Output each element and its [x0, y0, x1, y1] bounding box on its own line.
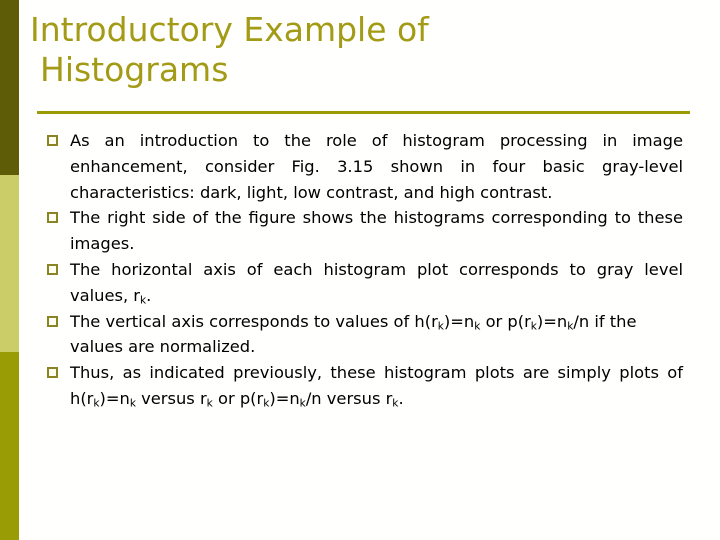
bullet-thus-part-6: /n versus r — [305, 388, 393, 408]
square-bullet-icon — [47, 135, 58, 146]
bullet-horizontal-axis-text: The horizontal axis of each histogram pl… — [70, 257, 683, 309]
bullet-vertical-axis-part-6: values are normalized. — [70, 337, 256, 357]
bullet-vertical-axis-part-2: )=n — [443, 311, 475, 331]
bullet-thus-part-7: . — [398, 388, 404, 408]
bullet-vertical-axis-part-5: /n if the — [573, 311, 637, 331]
slide: Introductory Example of Histograms As an … — [0, 0, 720, 540]
bullet-vertical-axis-text: The vertical axis corresponds to values … — [70, 309, 683, 361]
bullet-thus-text: Thus, as indicated previously, these his… — [70, 360, 683, 412]
page-title: Introductory Example of Histograms — [30, 10, 696, 90]
list-item: The vertical axis corresponds to values … — [38, 309, 683, 361]
bullet-horizontal-axis-prefix: The horizontal axis of each histogram pl… — [70, 259, 683, 305]
list-item: As an introduction to the role of histog… — [38, 128, 683, 205]
square-bullet-icon — [47, 367, 58, 379]
bullet-vertical-axis-part-4: )=n — [536, 311, 568, 331]
bullet-intro-text: As an introduction to the role of histog… — [70, 131, 683, 202]
square-bullet-icon — [47, 212, 58, 224]
bullet-vertical-axis-part-1: The vertical axis corresponds to values … — [70, 311, 438, 331]
bullet-right-side-text: The right side of the figure shows the h… — [70, 208, 683, 254]
accent-bar-segment-bottom — [0, 352, 19, 540]
bullet-vertical-axis-part-3: or p(r — [480, 311, 531, 331]
page-title-line-1: Introductory Example of — [30, 10, 429, 49]
accent-bar-segment-top — [0, 0, 19, 175]
list-item: Thus, as indicated previously, these his… — [38, 360, 683, 412]
bullet-horizontal-axis-suffix: . — [146, 285, 152, 305]
square-bullet-icon — [47, 263, 58, 275]
title-divider — [37, 111, 690, 114]
square-bullet-icon — [47, 315, 58, 327]
bullet-thus-part-2: )=n — [99, 388, 130, 408]
accent-bar-segment-middle — [0, 175, 19, 352]
bullet-thus-part-4: or p(r — [212, 388, 264, 408]
title-block: Introductory Example of Histograms — [30, 10, 696, 90]
page-title-line-2: Histograms — [40, 50, 229, 89]
left-accent-bar — [0, 0, 19, 540]
bullet-thus-part-3: versus r — [135, 388, 207, 408]
bullet-list: As an introduction to the role of histog… — [38, 128, 683, 412]
list-item: The right side of the figure shows the h… — [38, 205, 683, 257]
list-item: The horizontal axis of each histogram pl… — [38, 257, 683, 309]
bullet-thus-part-5: )=n — [269, 388, 300, 408]
